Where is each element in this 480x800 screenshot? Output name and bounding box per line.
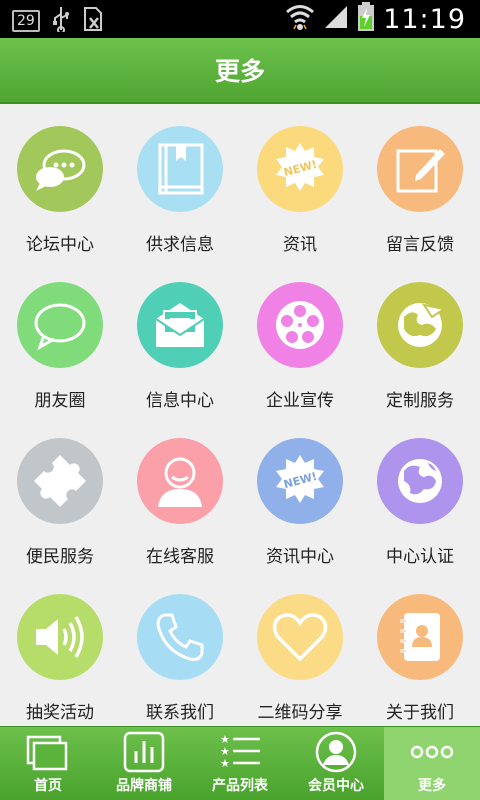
tile-label: 关于我们 <box>386 703 454 723</box>
tile-label: 留言反馈 <box>386 235 454 255</box>
nav-label: 首页 <box>34 778 62 794</box>
feature-grid: 论坛中心 供求信息 NEW! 资讯 留言反馈 朋友圈 信息中心 企业宣传 定制服… <box>0 104 480 726</box>
clock: 11:19 <box>383 3 466 35</box>
book-icon <box>137 126 223 212</box>
home-windows-icon <box>26 735 68 771</box>
tile-label: 论坛中心 <box>26 235 94 255</box>
tile-promotion[interactable]: 企业宣传 <box>240 260 360 416</box>
bar-chart-icon <box>123 731 165 773</box>
tile-forum-center[interactable]: 论坛中心 <box>0 104 120 260</box>
status-bar: 29 11:19 <box>0 0 480 38</box>
tile-certification[interactable]: 中心认证 <box>360 416 480 572</box>
edit-note-icon <box>377 126 463 212</box>
tile-qrcode-share[interactable]: 二维码分享 <box>240 572 360 728</box>
globe-icon <box>377 438 463 524</box>
nav-label: 更多 <box>418 778 446 794</box>
wifi-icon <box>285 3 315 35</box>
nav-label: 品牌商铺 <box>116 778 172 794</box>
signal-icon <box>323 4 349 34</box>
nav-more[interactable]: 更多 <box>384 727 480 800</box>
more-dots-icon <box>410 745 454 759</box>
globe-arrow-icon <box>377 282 463 368</box>
member-icon <box>315 731 357 773</box>
nav-member-center[interactable]: 会员中心 <box>288 727 384 800</box>
new-badge-icon: NEW! <box>257 438 343 524</box>
speaker-icon <box>17 594 103 680</box>
tile-contact-us[interactable]: 联系我们 <box>120 572 240 728</box>
usb-icon <box>52 6 70 36</box>
tile-custom-service[interactable]: 定制服务 <box>360 260 480 416</box>
puzzle-icon <box>17 438 103 524</box>
svg-text:★: ★ <box>220 757 230 770</box>
contacts-book-icon <box>377 594 463 680</box>
tile-label: 抽奖活动 <box>26 703 94 723</box>
notification-badge: 29 <box>12 10 40 32</box>
tile-moments[interactable]: 朋友圈 <box>0 260 120 416</box>
nav-product-list[interactable]: ★ ★ ★ 产品列表 <box>192 727 288 800</box>
tile-feedback[interactable]: 留言反馈 <box>360 104 480 260</box>
new-badge-icon: NEW! <box>257 126 343 212</box>
tile-label: 朋友圈 <box>34 391 86 411</box>
tile-lottery[interactable]: 抽奖活动 <box>0 572 120 728</box>
nav-label: 会员中心 <box>308 778 364 794</box>
heart-icon <box>257 594 343 680</box>
person-icon <box>137 438 223 524</box>
bottom-nav: 首页 品牌商铺 ★ ★ ★ 产品列表 会员中心 更多 <box>0 726 480 800</box>
chat-bubbles-icon <box>17 126 103 212</box>
tile-label: 定制服务 <box>386 391 454 411</box>
tile-label: 便民服务 <box>26 547 94 567</box>
tile-about-us[interactable]: 关于我们 <box>360 572 480 728</box>
tile-label: 资讯中心 <box>266 547 334 567</box>
envelope-icon <box>137 282 223 368</box>
battery-icon <box>357 2 375 36</box>
tile-label: 信息中心 <box>146 391 214 411</box>
tile-label: 联系我们 <box>146 703 214 723</box>
tile-label: 企业宣传 <box>266 391 334 411</box>
tile-label: 在线客服 <box>146 547 214 567</box>
tile-label: 二维码分享 <box>257 703 343 723</box>
tile-supply-demand[interactable]: 供求信息 <box>120 104 240 260</box>
phone-icon <box>137 594 223 680</box>
sim-error-icon <box>82 6 104 36</box>
tile-convenience[interactable]: 便民服务 <box>0 416 120 572</box>
star-list-icon: ★★★ <box>220 733 260 770</box>
tile-label: 供求信息 <box>146 235 214 255</box>
title-bar: 更多 <box>0 38 480 104</box>
film-reel-icon <box>257 282 343 368</box>
tile-news-center[interactable]: NEW! 资讯中心 <box>240 416 360 572</box>
nav-label: 产品列表 <box>212 778 268 794</box>
speech-bubble-icon <box>17 282 103 368</box>
page-title: 更多 <box>214 57 265 86</box>
tile-news[interactable]: NEW! 资讯 <box>240 104 360 260</box>
tile-label: 资讯 <box>283 235 317 255</box>
tile-online-support[interactable]: 在线客服 <box>120 416 240 572</box>
nav-home[interactable]: 首页 <box>0 727 96 800</box>
tile-label: 中心认证 <box>386 547 454 567</box>
tile-message-center[interactable]: 信息中心 <box>120 260 240 416</box>
nav-brand-shops[interactable]: 品牌商铺 <box>96 727 192 800</box>
